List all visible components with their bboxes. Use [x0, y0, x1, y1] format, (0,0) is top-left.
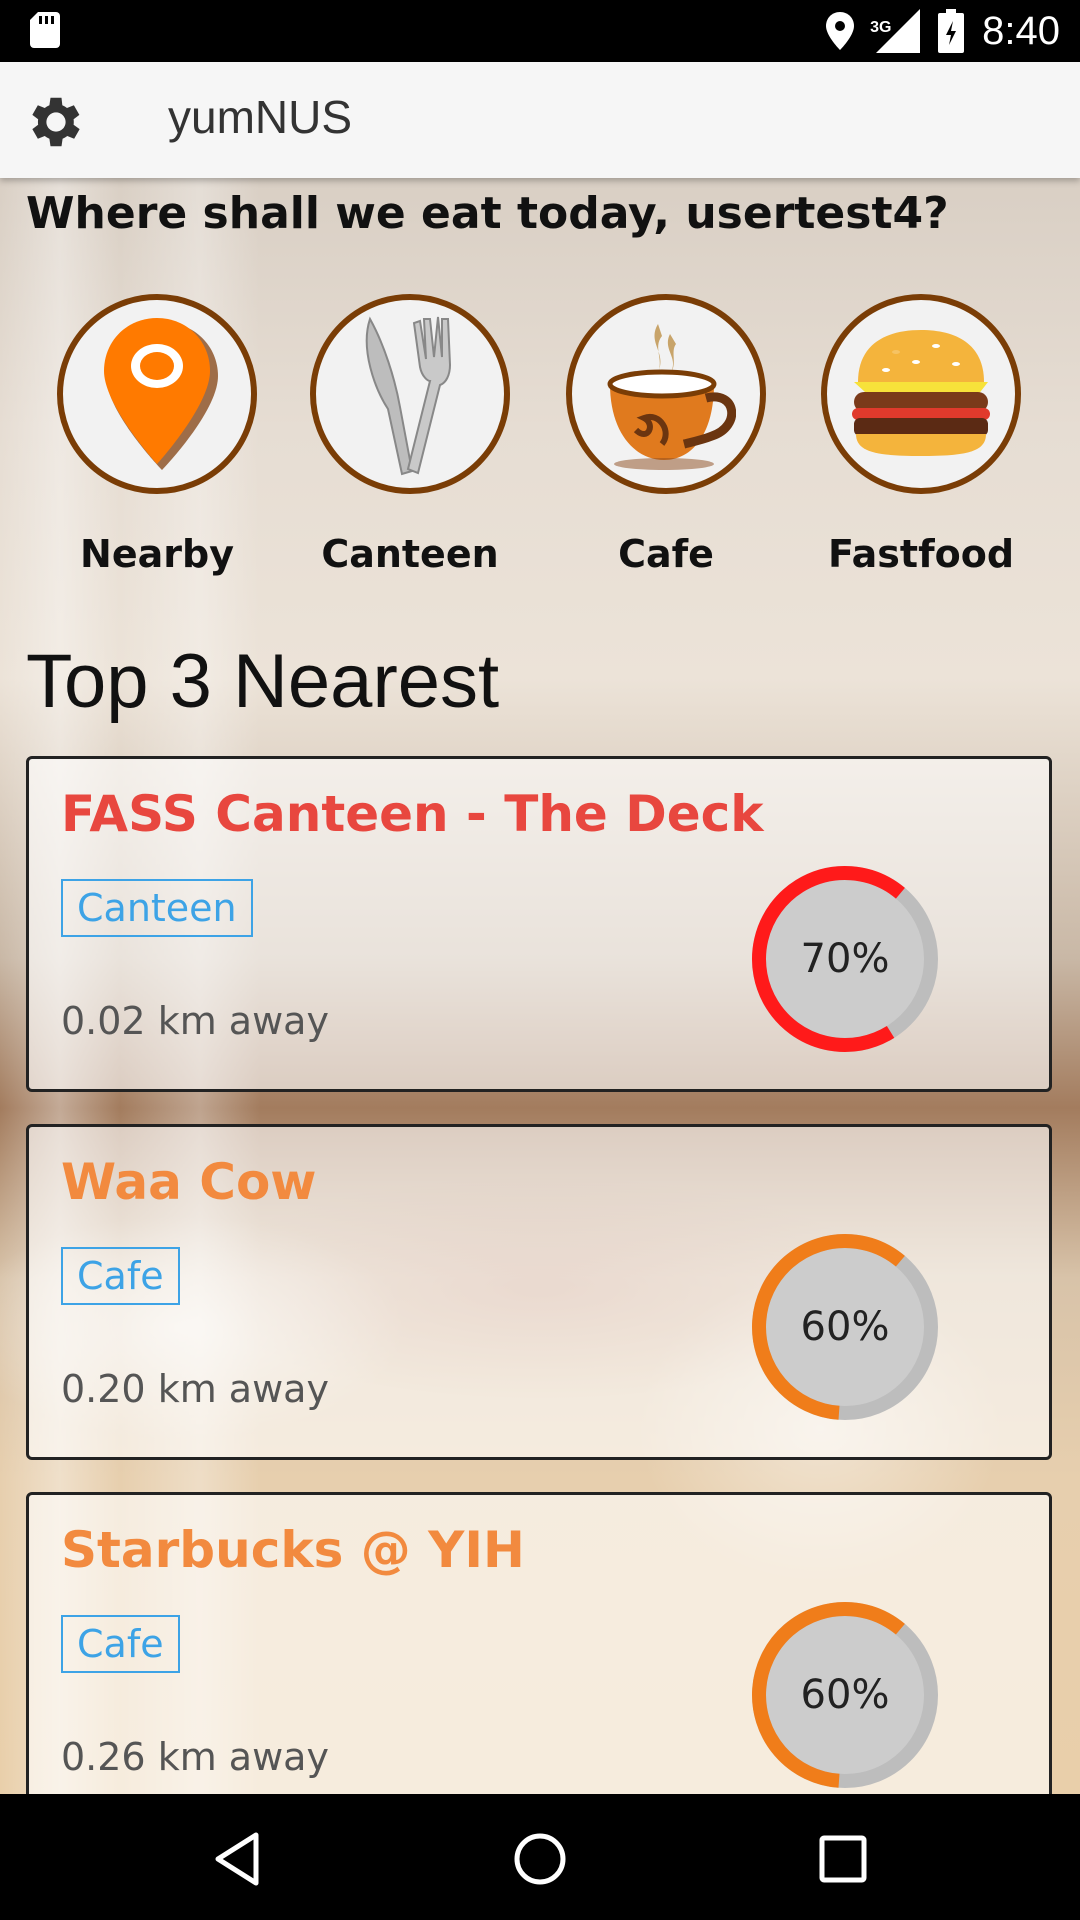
burger-icon	[852, 330, 990, 456]
main-content[interactable]: Where shall we eat today, usertest4? Nea…	[0, 178, 1080, 1794]
coffee-cup-icon	[607, 324, 736, 470]
place-type-tag: Cafe	[61, 1615, 180, 1673]
category-cafe[interactable]: Cafe	[561, 294, 771, 576]
location-icon	[826, 12, 855, 50]
category-label: Nearby	[80, 532, 234, 576]
home-icon	[514, 1833, 566, 1885]
category-circle	[566, 294, 766, 494]
place-distance: 0.02 km away	[61, 999, 329, 1043]
section-title: Top 3 Nearest	[26, 639, 500, 724]
recents-icon	[819, 1835, 867, 1883]
back-button[interactable]	[202, 1824, 272, 1894]
home-button[interactable]	[505, 1824, 575, 1894]
place-distance: 0.26 km away	[61, 1735, 329, 1779]
category-canteen[interactable]: Canteen	[305, 294, 515, 576]
place-name: Waa Cow	[61, 1153, 317, 1211]
category-label: Fastfood	[827, 532, 1015, 576]
rating-label: 60%	[800, 1672, 890, 1718]
location-pin-icon	[104, 318, 218, 470]
rating-gauge: 60%	[745, 1227, 945, 1427]
rating-label: 60%	[800, 1304, 890, 1350]
category-circle	[821, 294, 1021, 494]
signal-icon: 3G	[870, 9, 921, 53]
navigation-bar	[0, 1794, 1080, 1920]
place-card[interactable]: Starbucks @ YIH Cafe 0.26 km away 60%	[26, 1492, 1052, 1794]
app-title: yumNUS	[168, 91, 353, 143]
clock: 8:40	[982, 8, 1060, 53]
rating-gauge: 70%	[745, 859, 945, 1059]
category-nearby[interactable]: Nearby	[52, 294, 262, 576]
category-label: Canteen	[321, 532, 499, 576]
place-name: Starbucks @ YIH	[61, 1521, 525, 1579]
place-type-tag: Canteen	[61, 879, 253, 937]
recents-button[interactable]	[808, 1824, 878, 1894]
category-circle	[57, 294, 257, 494]
rating-gauge: 60%	[745, 1595, 945, 1794]
place-distance: 0.20 km away	[61, 1367, 329, 1411]
category-fastfood[interactable]: Fastfood	[816, 294, 1026, 576]
network-type: 3G	[870, 19, 892, 36]
place-card[interactable]: Waa Cow Cafe 0.20 km away 60%	[26, 1124, 1052, 1460]
category-circle	[310, 294, 510, 494]
back-icon	[215, 1832, 259, 1886]
settings-button[interactable]	[20, 86, 92, 158]
place-card[interactable]: FASS Canteen - The Deck Canteen 0.02 km …	[26, 756, 1052, 1092]
category-label: Cafe	[618, 532, 714, 576]
status-bar: 3G 8:40	[0, 0, 1080, 62]
app-bar: yumNUS	[0, 62, 1080, 178]
place-type-tag: Cafe	[61, 1247, 180, 1305]
sd-card-icon	[30, 12, 60, 48]
gear-icon	[32, 97, 80, 147]
place-name: FASS Canteen - The Deck	[61, 785, 764, 843]
rating-label: 70%	[800, 936, 890, 982]
greeting-text: Where shall we eat today, usertest4?	[26, 188, 949, 239]
fork-knife-icon	[365, 316, 452, 476]
battery-icon	[938, 9, 965, 53]
